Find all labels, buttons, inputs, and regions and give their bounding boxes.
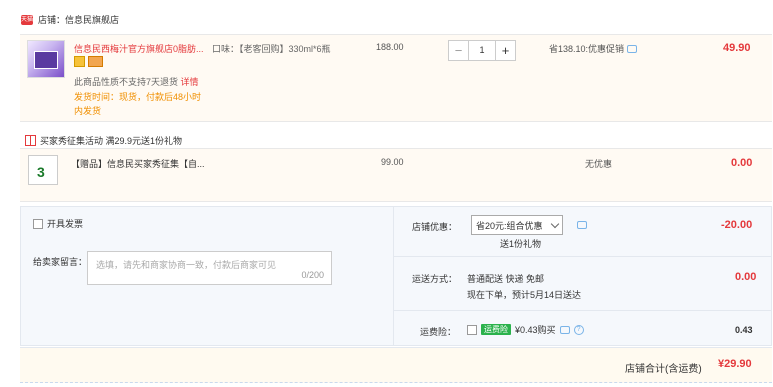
service-tag-icon — [74, 56, 85, 67]
invoice-label: 开具发票 — [47, 219, 84, 229]
divider — [393, 310, 772, 311]
ship-time-note: 发货时间：现货，付款后48小时内发货 — [74, 92, 202, 116]
store-name[interactable]: 店铺：信息民旗舰店 — [38, 13, 119, 26]
invoice-checkbox[interactable] — [33, 218, 43, 229]
insurance-price: ¥0.43购买 — [515, 325, 556, 335]
divider — [393, 256, 772, 257]
return-policy-note: 此商品性质不支持7天退货 详情 — [74, 75, 199, 88]
delivery-estimate: 现在下单，预计5月14日送达 — [467, 290, 582, 300]
unit-price: 188.00 — [376, 42, 404, 52]
message-char-count: 0/200 — [301, 270, 324, 280]
chat-icon[interactable] — [627, 44, 638, 53]
shipping-method: 普通配送 快递 免邮 — [467, 274, 545, 284]
chevron-down-icon — [550, 219, 560, 228]
store-discount-value: 省20元:组合优惠 — [476, 220, 543, 231]
quantity-input[interactable]: 1 — [469, 40, 495, 61]
product-subtotal: 49.90 — [723, 42, 751, 54]
gift-subtotal: 0.00 — [731, 157, 753, 169]
seller-message-input[interactable]: 选填，请先和商家协商一致，付款后商家可见 0/200 — [87, 251, 332, 285]
gift-thumbnail[interactable]: 3 — [28, 155, 58, 185]
details-link[interactable]: 详情 — [181, 77, 199, 87]
discount-gift-note: 送1份礼物 — [500, 239, 542, 249]
message-placeholder: 选填，请先和商家协商一致，付款后商家可见 — [96, 260, 277, 270]
message-label: 给卖家留言： — [33, 257, 88, 267]
return-policy-text: 此商品性质不支持7天退货 — [74, 77, 179, 87]
store-discount-select[interactable]: 省20元:组合优惠 — [471, 215, 563, 235]
gift-price: 99.00 — [381, 157, 404, 167]
insurance-amount: 0.43 — [735, 325, 753, 335]
insurance-badge: 运费险 — [481, 324, 511, 335]
gift-activity-header: 买家秀征集活动 满29.9元送1份礼物 — [25, 134, 182, 147]
shipping-insurance-option: 运费险 ¥0.43购买 ? — [467, 323, 584, 336]
shipping-amount: 0.00 — [735, 271, 757, 283]
store-total-label: 店铺合计(含运费) — [625, 364, 702, 375]
store-total-amount: ¥29.90 — [718, 358, 752, 370]
chat-icon[interactable] — [577, 221, 587, 229]
tmall-badge-icon: 天猫 — [21, 14, 34, 25]
promo-text: 省138.10:优惠促销 — [549, 44, 625, 54]
quantity-plus-button[interactable]: + — [495, 40, 516, 61]
gift-promo: 无优惠 — [585, 159, 613, 169]
product-title[interactable]: 信息民西梅汁官方旗舰店0脂肪... — [74, 42, 206, 55]
product-thumbnail[interactable] — [27, 40, 65, 78]
product-promo: 省138.10:优惠促销 — [549, 42, 638, 55]
quantity-minus-button[interactable]: − — [448, 40, 469, 61]
card-tag-icon — [88, 56, 103, 67]
discount-amount: -20.00 — [721, 219, 753, 231]
product-spec: 口味：【老客回购】330ml*6瓶 — [212, 44, 331, 54]
gift-icon — [25, 135, 36, 146]
store-discount-label: 店铺优惠： — [412, 222, 458, 232]
store-header: 天猫 店铺：信息民旗舰店 — [21, 13, 119, 26]
divider — [393, 206, 394, 346]
help-icon[interactable]: ? — [573, 324, 584, 335]
invoice-option[interactable]: 开具发票 — [33, 217, 83, 230]
shipping-method-label: 运送方式： — [412, 274, 458, 284]
insurance-checkbox[interactable] — [467, 324, 477, 335]
gift-activity-text: 买家秀征集活动 满29.9元送1份礼物 — [40, 136, 183, 146]
gift-thumbnail-number: 3 — [37, 164, 45, 180]
gift-title[interactable]: 【赠品】信息民买家秀征集【自... — [71, 157, 205, 170]
quantity-stepper: − 1 + — [448, 40, 516, 61]
chat-icon[interactable] — [559, 325, 570, 334]
shipping-insurance-label: 运费险： — [420, 327, 457, 337]
